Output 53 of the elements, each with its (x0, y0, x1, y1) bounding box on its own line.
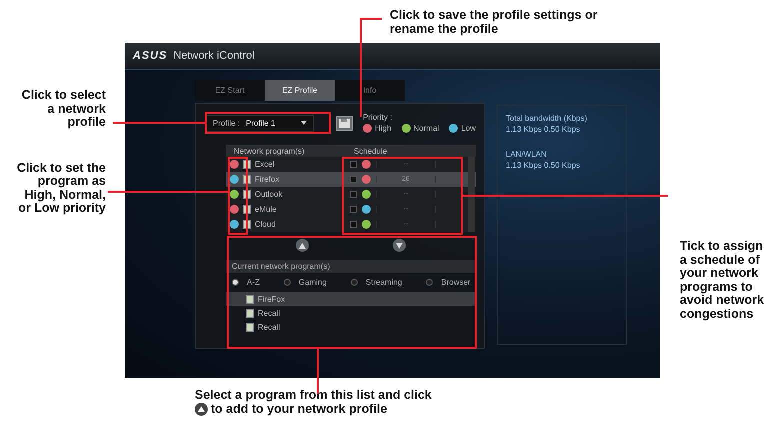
priority-label: Priority : (363, 113, 394, 122)
callout-text: to add to your network profile (211, 402, 388, 416)
schedule-checkbox[interactable] (350, 221, 357, 228)
program-name: FireFox (258, 294, 286, 304)
schedule-checkbox[interactable] (350, 161, 357, 168)
priority-dot[interactable] (230, 190, 239, 199)
priority-dot[interactable] (230, 160, 239, 169)
callout-text: Click to set the program as High, Normal, or Low priority (17, 162, 106, 216)
priority-dot[interactable] (230, 220, 239, 229)
program-name: Recall (258, 322, 280, 332)
program-name: Outlook (255, 190, 283, 199)
info-title: LAN/WLAN (506, 150, 548, 159)
caret-icon (301, 121, 308, 125)
callout-text: Tick to assign a schedule of your network programs to avoid network congestions (680, 240, 766, 321)
program-list-item[interactable]: Recall (226, 320, 476, 334)
down-arrow-icon (396, 242, 403, 248)
info-value: 1.13 Kbps 0.50 Kbps (506, 161, 582, 170)
move-up-button[interactable] (296, 239, 309, 252)
callout-text: Click to select a network profile (22, 89, 106, 130)
column-header: Schedule (354, 146, 388, 156)
priority-label: High (375, 124, 392, 133)
callout-text: Select a program from this list and click (195, 389, 432, 402)
move-down-button[interactable] (393, 239, 406, 252)
window-title: Network iControl (174, 50, 255, 62)
filter-radio[interactable]: A-Z (232, 278, 260, 287)
priority-label: Normal (414, 124, 440, 133)
callout-text: Click to save the profile settings or rename the profile (390, 9, 599, 36)
column-header: Network program(s) (234, 146, 306, 156)
program-list-item[interactable]: FireFox (226, 292, 476, 306)
info-title: Total bandwidth (Kbps) (506, 114, 588, 123)
filter-radio[interactable]: Streaming (350, 278, 402, 287)
logo: ASUS (133, 50, 168, 62)
info-value: 1.13 Kbps 0.50 Kbps (506, 125, 582, 134)
program-name: Firefox (255, 175, 280, 184)
schedule-checkbox[interactable] (350, 206, 357, 213)
section-title: Current network program(s) (226, 260, 476, 273)
up-arrow-icon (299, 242, 306, 248)
program-name: Excel (255, 160, 275, 169)
leader-line (317, 349, 319, 394)
program-name: Recall (258, 308, 280, 318)
priority-dot[interactable] (230, 205, 239, 214)
program-name: eMule (255, 205, 277, 214)
profile-dropdown[interactable]: Profile : Profile 1 (206, 114, 314, 132)
schedule-checkbox[interactable] (350, 191, 357, 198)
priority-label: Low (461, 124, 476, 133)
filter-radio[interactable]: Gaming (284, 278, 327, 287)
program-list-item[interactable]: Recall (226, 306, 476, 320)
program-name: Cloud (255, 220, 276, 229)
schedule-checkbox[interactable] (350, 176, 357, 183)
save-button[interactable] (336, 116, 354, 130)
priority-dot[interactable] (230, 175, 239, 184)
tab[interactable]: EZ Profile (265, 80, 335, 101)
filter-radio[interactable]: Browser (426, 278, 471, 287)
